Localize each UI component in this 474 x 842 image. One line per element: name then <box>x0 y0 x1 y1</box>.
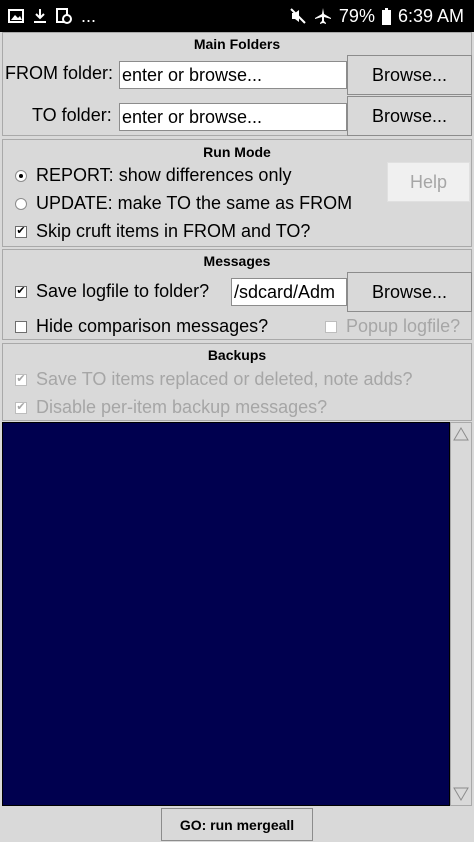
update-label: UPDATE: make TO the same as FROM <box>36 193 353 213</box>
messages-section: Messages Save logfile to folder? /sdcard… <box>2 249 472 340</box>
airplane-icon <box>314 7 332 25</box>
to-browse-button[interactable]: Browse... <box>347 96 472 136</box>
log-scrollbar[interactable] <box>450 422 472 806</box>
popup-logfile-row[interactable]: Popup logfile? <box>325 316 460 337</box>
scroll-up-arrow-icon[interactable] <box>452 424 470 444</box>
log-output-area[interactable] <box>2 422 450 806</box>
backups-section: Backups Save TO items replaced or delete… <box>2 343 472 421</box>
logfile-browse-button[interactable]: Browse... <box>347 272 472 312</box>
popup-logfile-label: Popup logfile? <box>346 316 461 336</box>
skip-cruft-label: Skip cruft items in FROM and TO? <box>36 221 311 241</box>
report-label: REPORT: show differences only <box>36 165 292 185</box>
disable-backup-msgs-row[interactable]: Disable per-item backup messages? <box>15 397 327 418</box>
main-folders-section: Main Folders FROM folder: enter or brows… <box>2 32 472 136</box>
to-folder-input[interactable]: enter or browse... <box>119 103 347 131</box>
hide-comparison-row[interactable]: Hide comparison messages? <box>15 316 268 337</box>
from-browse-button[interactable]: Browse... <box>347 55 472 95</box>
save-to-items-checkbox[interactable] <box>15 373 27 386</box>
save-logfile-checkbox[interactable] <box>15 285 27 298</box>
hide-comparison-label: Hide comparison messages? <box>36 316 269 336</box>
update-radio-row[interactable]: UPDATE: make TO the same as FROM <box>15 193 352 214</box>
image-icon <box>8 9 24 23</box>
logfile-path-input[interactable]: /sdcard/Adm <box>231 278 347 306</box>
report-radio-row[interactable]: REPORT: show differences only <box>15 165 291 186</box>
save-logfile-row[interactable]: Save logfile to folder? <box>15 281 209 302</box>
from-folder-input[interactable]: enter or browse... <box>119 61 347 89</box>
messages-title: Messages <box>203 253 271 269</box>
main-folders-title: Main Folders <box>193 36 281 52</box>
backups-title: Backups <box>207 347 267 363</box>
update-radio[interactable] <box>15 197 27 210</box>
more-notifications: ... <box>81 5 97 26</box>
disable-backup-msgs-checkbox[interactable] <box>15 401 27 414</box>
battery-icon <box>381 7 391 25</box>
run-mode-section: Run Mode REPORT: show differences only U… <box>2 139 472 247</box>
save-to-items-label: Save TO items replaced or deleted, note … <box>36 369 413 389</box>
run-mode-title: Run Mode <box>203 144 271 160</box>
hide-comparison-checkbox[interactable] <box>15 320 27 333</box>
save-logfile-label: Save logfile to folder? <box>36 281 210 301</box>
to-folder-label: TO folder: <box>32 105 112 125</box>
status-bar: ... 79% 6:39 AM <box>0 0 474 32</box>
screenshot-icon <box>56 8 72 24</box>
skip-cruft-row[interactable]: Skip cruft items in FROM and TO? <box>15 221 310 242</box>
report-radio[interactable] <box>15 169 27 182</box>
popup-logfile-checkbox[interactable] <box>325 320 337 333</box>
disable-backup-msgs-label: Disable per-item backup messages? <box>36 397 328 417</box>
scroll-down-arrow-icon[interactable] <box>452 784 470 804</box>
mute-icon <box>289 7 307 25</box>
help-button[interactable]: Help <box>387 162 470 202</box>
from-folder-label: FROM folder: <box>5 63 114 83</box>
download-icon <box>33 8 47 24</box>
go-run-mergeall-button[interactable]: GO: run mergeall <box>161 808 313 841</box>
battery-percent: 79% <box>338 5 375 26</box>
save-to-items-row[interactable]: Save TO items replaced or deleted, note … <box>15 369 413 390</box>
clock: 6:39 AM <box>397 5 464 26</box>
skip-cruft-checkbox[interactable] <box>15 225 27 238</box>
